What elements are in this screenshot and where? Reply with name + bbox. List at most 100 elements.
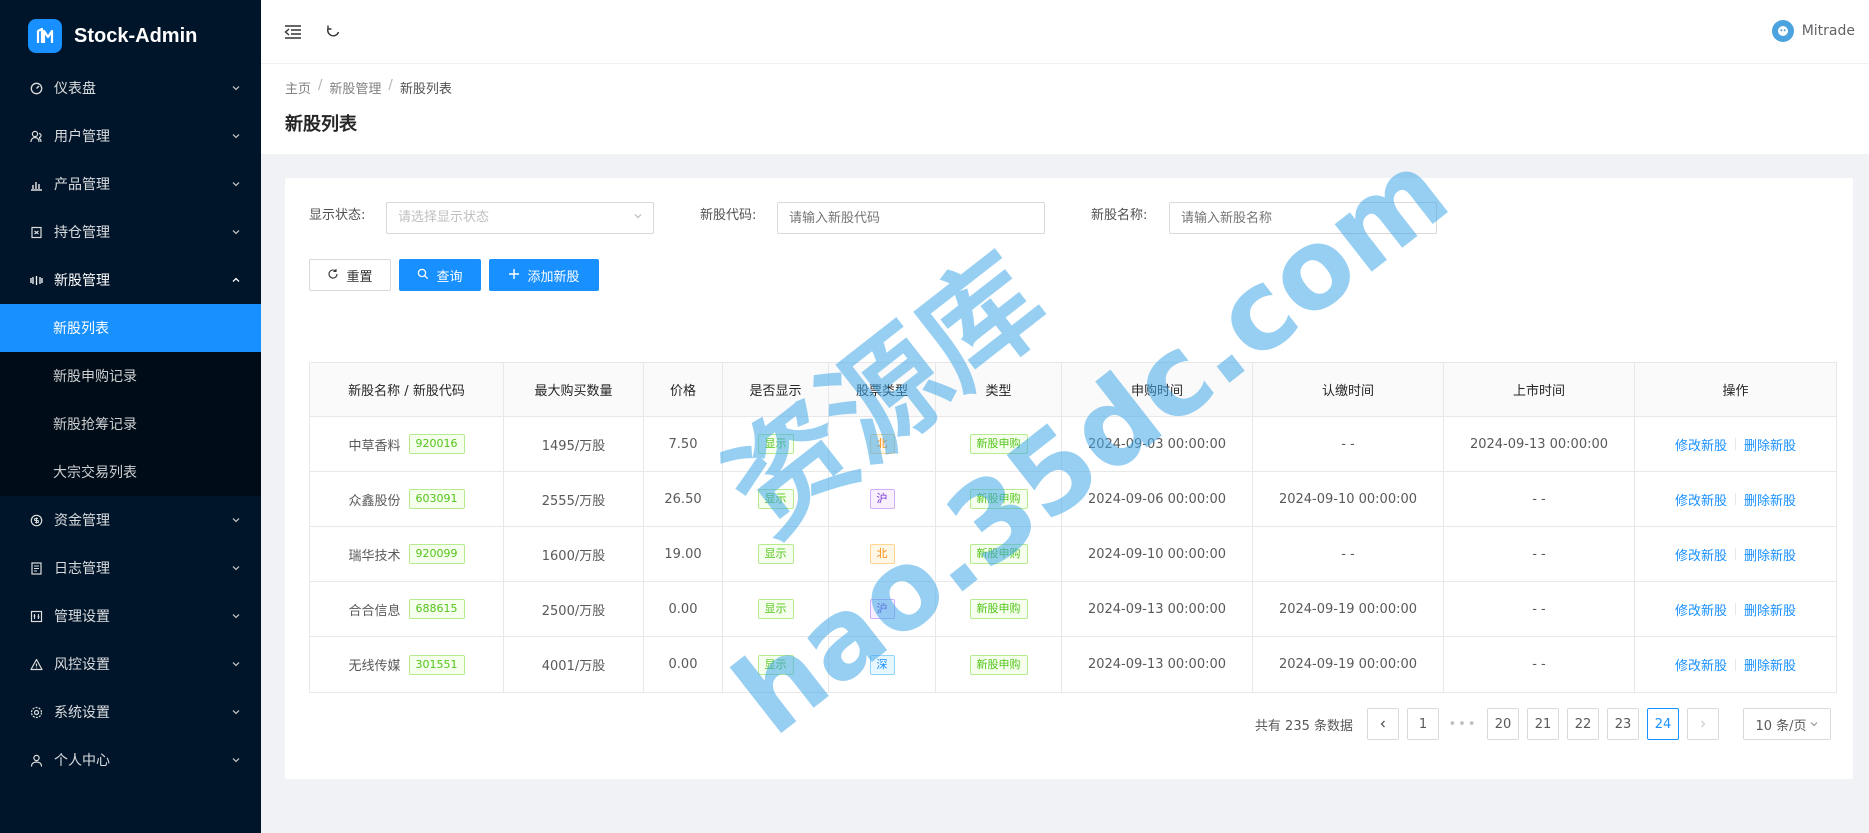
reset-button[interactable]: 重置 [309,259,391,291]
logo: Stock-Admin [28,18,197,54]
page-size-select[interactable]: 10 条/页 [1743,708,1831,740]
money-icon [28,512,44,528]
edit-ipo-link[interactable]: 修改新股 [1675,435,1727,454]
table-header: 新股名称 / 新股代码 最大购买数量 价格 是否显示 股票类型 类型 申购时间 … [310,363,1836,417]
prev-page-button[interactable] [1367,708,1399,740]
sidebar-item-dashboard[interactable]: 仪表盘 [0,64,261,112]
type-tag: 新股申购 [969,544,1028,564]
page-23[interactable]: 23 [1607,708,1639,740]
divider [1735,603,1736,615]
content-card: 显示状态: 请选择显示状态 新股代码: 新股名称: 重置 查询 添加新股 新股名… [285,178,1853,779]
list-time: - - [1444,527,1635,581]
breadcrumb-separator: / [388,78,393,93]
sidebar-item-risk-settings[interactable]: 风控设置 [0,640,261,688]
ipo-name: 瑞华技术 [348,548,401,564]
collapse-menu-icon[interactable] [281,20,305,44]
col-type: 类型 [936,363,1062,416]
col-max-quantity: 最大购买数量 [504,363,644,416]
list-time: 2024-09-13 00:00:00 [1444,417,1635,471]
sidebar-subitem-block-trade-list[interactable]: 大宗交易列表 [0,448,261,496]
admin-icon [28,608,44,624]
sidebar-item-products[interactable]: 产品管理 [0,160,261,208]
col-list-time: 上市时间 [1444,363,1635,416]
chevron-down-icon [231,705,241,721]
apply-time: 2024-09-06 00:00:00 [1062,472,1253,526]
user-menu[interactable]: Mitrade [1771,20,1855,42]
add-ipo-button-label: 添加新股 [527,269,580,285]
sidebar-subitem-label: 大宗交易列表 [53,465,137,481]
chevron-down-icon [231,513,241,529]
log-icon [28,560,44,576]
edit-ipo-link[interactable]: 修改新股 [1675,490,1727,509]
delete-ipo-link[interactable]: 删除新股 [1744,545,1796,564]
delete-ipo-link[interactable]: 删除新股 [1744,435,1796,454]
page-20[interactable]: 20 [1487,708,1519,740]
page-21[interactable]: 21 [1527,708,1559,740]
table-row: 众鑫股份 603091 2555/万股 26.50 显示 沪 新股申购 2024-… [310,472,1836,527]
apply-time: 2024-09-13 00:00:00 [1062,582,1253,636]
edit-ipo-link[interactable]: 修改新股 [1675,545,1727,564]
refresh-icon[interactable] [321,20,345,44]
chevron-down-icon [231,753,241,769]
pay-time: - - [1253,417,1444,471]
sidebar-item-label: 风控设置 [54,657,110,673]
col-stock-type: 股票类型 [829,363,936,416]
type-tag: 新股申购 [969,434,1028,454]
page-24-current[interactable]: 24 [1647,708,1679,740]
query-button[interactable]: 查询 [399,259,481,291]
breadcrumb-ipo-management[interactable]: 新股管理 [329,78,381,97]
sidebar-item-funds[interactable]: 资金管理 [0,496,261,544]
ipo-code-tag: 301551 [408,654,465,675]
ellipsis-icon[interactable]: ••• [1447,717,1479,732]
edit-ipo-link[interactable]: 修改新股 [1675,655,1727,674]
sidebar-subitem-ipo-list[interactable]: 新股列表 [0,304,261,352]
price: 7.50 [644,417,723,471]
type-tag: 新股申购 [969,489,1028,509]
delete-ipo-link[interactable]: 删除新股 [1744,490,1796,509]
col-show: 是否显示 [723,363,829,416]
edit-ipo-link[interactable]: 修改新股 [1675,600,1727,619]
chevron-down-icon [231,129,241,145]
ipo-name: 合合信息 [348,603,401,619]
divider [1735,493,1736,505]
chart-icon [28,176,44,192]
list-time: - - [1444,582,1635,636]
pay-time: 2024-09-10 00:00:00 [1253,472,1444,526]
delete-ipo-link[interactable]: 删除新股 [1744,600,1796,619]
show-status-tag: 显示 [757,544,794,564]
ipo-code-tag: 920016 [408,434,465,454]
breadcrumb-home[interactable]: 主页 [285,78,311,97]
add-ipo-button[interactable]: 添加新股 [489,259,599,291]
status-select-placeholder: 请选择显示状态 [398,210,490,225]
breadcrumb-current: 新股列表 [399,82,452,97]
price: 0.00 [644,582,723,636]
sidebar-item-label: 用户管理 [54,129,110,145]
sidebar-item-system-settings[interactable]: 系统设置 [0,688,261,736]
table-row: 瑞华技术 920099 1600/万股 19.00 显示 北 新股申购 2024-… [310,527,1836,582]
sidebar-item-admin-settings[interactable]: 管理设置 [0,592,261,640]
sidebar-item-logs[interactable]: 日志管理 [0,544,261,592]
chevron-down-icon [231,561,241,577]
sidebar-subitem-ipo-apply-records[interactable]: 新股申购记录 [0,352,261,400]
sidebar-item-profile[interactable]: 个人中心 [0,736,261,784]
next-page-button[interactable] [1687,708,1719,740]
sidebar-subitem-ipo-grab-records[interactable]: 新股抢筹记录 [0,400,261,448]
page-22[interactable]: 22 [1567,708,1599,740]
code-input[interactable] [777,202,1045,234]
sidebar-item-label: 日志管理 [54,561,110,577]
table-row: 无线传媒 301551 4001/万股 0.00 显示 深 新股申购 2024-0… [310,637,1836,692]
sidebar-item-ipo[interactable]: 新股管理 [0,256,261,304]
delete-ipo-link[interactable]: 删除新股 [1744,655,1796,674]
name-input[interactable] [1169,202,1437,234]
pay-time: 2024-09-19 00:00:00 [1253,582,1444,636]
page-1[interactable]: 1 [1407,708,1439,740]
sidebar-item-label: 个人中心 [54,753,110,769]
sidebar-item-positions[interactable]: 持仓管理 [0,208,261,256]
sidebar-item-users[interactable]: 用户管理 [0,112,261,160]
ipo-name: 中草香料 [348,438,401,454]
stock-type-tag: 沪 [869,489,895,509]
breadcrumb-separator: / [318,78,323,93]
warning-icon [28,656,44,672]
status-select[interactable]: 请选择显示状态 [386,202,654,234]
ipo-table: 新股名称 / 新股代码 最大购买数量 价格 是否显示 股票类型 类型 申购时间 … [309,362,1837,693]
